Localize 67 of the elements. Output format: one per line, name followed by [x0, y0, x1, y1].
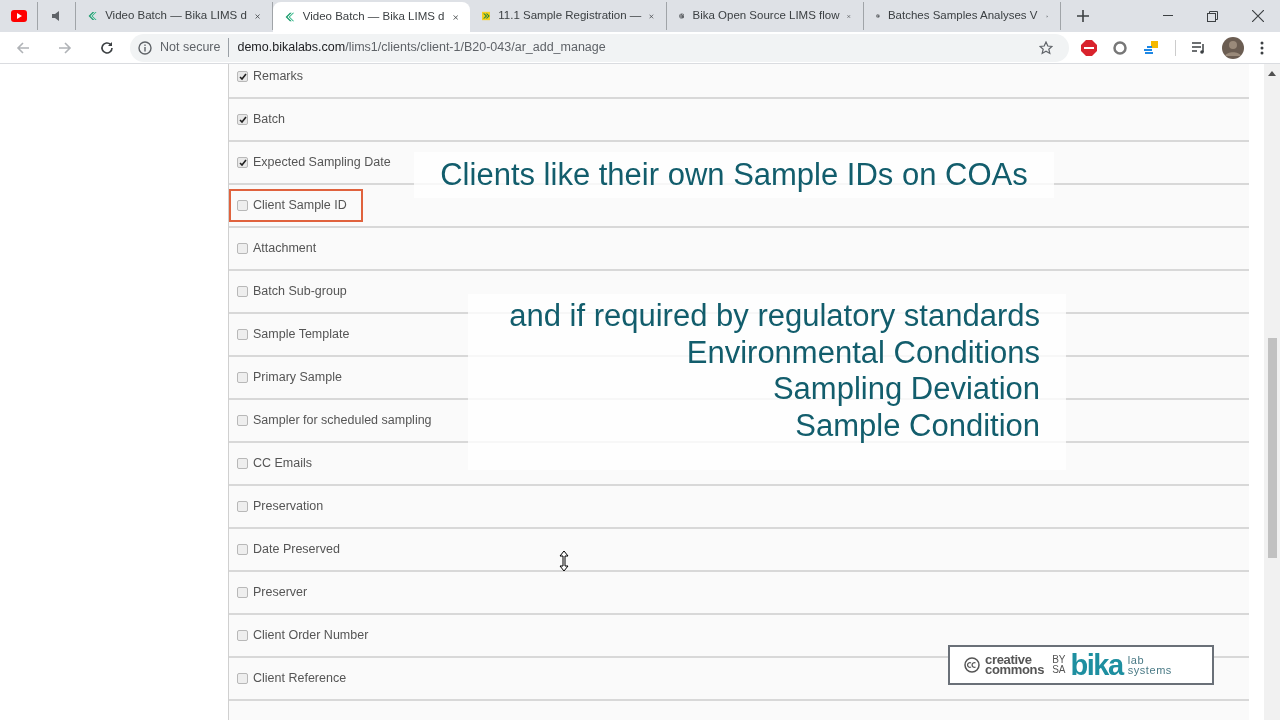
field-option[interactable]: Sampler for scheduled sampling	[229, 404, 448, 437]
checkbox[interactable]	[237, 544, 248, 555]
info-icon[interactable]	[138, 40, 152, 55]
checkbox[interactable]	[237, 71, 248, 82]
checkbox[interactable]	[237, 329, 248, 340]
browser-tab[interactable]: Video Batch — Bika LIMS d	[273, 2, 470, 32]
browser-tab[interactable]: 11.1 Sample Registration —	[470, 2, 667, 30]
brand-text: bika	[1070, 650, 1123, 680]
field-option[interactable]: Attachment	[229, 232, 333, 265]
field-option[interactable]: Batch Sub-group	[229, 275, 363, 308]
checkbox[interactable]	[237, 501, 248, 512]
field-option[interactable]: Client Order Number	[229, 619, 385, 652]
checkbox[interactable]	[237, 157, 248, 168]
caption-text: Environmental Conditions	[686, 334, 1040, 371]
checkbox[interactable]	[237, 458, 248, 469]
browser-tab[interactable]: Bika Open Source LIMS flow	[667, 2, 864, 30]
close-icon[interactable]	[452, 12, 458, 22]
star-icon[interactable]	[1039, 40, 1053, 55]
checkbox[interactable]	[237, 630, 248, 641]
url-text: demo.bikalabs.com/lims1/clients/client-1/B20-043/ar_add_manage	[237, 39, 607, 57]
checkbox[interactable]	[237, 200, 248, 211]
minimize-icon[interactable]	[1163, 15, 1173, 17]
browser-tab[interactable]: Batches Samples Analyses V	[864, 2, 1061, 30]
field-option[interactable]: Batch	[229, 103, 301, 136]
license-text: creative commons	[985, 655, 1045, 675]
field-option[interactable]: Client Reference	[229, 662, 363, 695]
caption-text: Clients like their own Sample IDs on COAs	[440, 155, 1028, 194]
back-icon[interactable]	[16, 40, 30, 55]
field-option[interactable]: Client Sample ID	[229, 189, 363, 222]
caption-text: and if required by regulatory standards	[509, 298, 1040, 335]
checkbox[interactable]	[237, 243, 248, 254]
cc-icon	[964, 657, 980, 673]
field-option[interactable]: CC Emails	[229, 447, 329, 480]
checkbox[interactable]	[237, 587, 248, 598]
field-option[interactable]: Preserver	[229, 576, 324, 609]
field-option[interactable]: Preservation	[229, 490, 340, 523]
close-icon[interactable]	[254, 11, 260, 21]
security-label: Not secure	[160, 38, 230, 57]
checkbox[interactable]	[237, 114, 248, 125]
forward-icon[interactable]	[58, 40, 72, 55]
avatar-icon[interactable]	[1222, 36, 1244, 59]
address-bar[interactable]: Not secure demo.bikalabs.com/lims1/clients/client-1/B20-043/ar_add_manage	[130, 33, 1069, 62]
close-icon[interactable]	[1252, 10, 1264, 22]
field-option[interactable]: Primary Sample	[229, 361, 358, 394]
close-icon[interactable]	[649, 11, 654, 21]
checkbox[interactable]	[237, 372, 248, 383]
stop-sign-icon[interactable]	[1081, 39, 1097, 56]
license-text: BY SA	[1052, 655, 1066, 675]
field-option[interactable]: Remarks	[229, 64, 319, 93]
field-option[interactable]: Sample Template	[229, 318, 366, 351]
restore-icon[interactable]	[1207, 10, 1218, 22]
checkbox[interactable]	[237, 673, 248, 684]
playlist-icon[interactable]	[1192, 41, 1206, 54]
ring-icon[interactable]	[1113, 40, 1127, 55]
menu-icon[interactable]	[1260, 40, 1264, 55]
caption-text: Sample Condition	[795, 407, 1040, 444]
caption-text: Sampling Deviation	[772, 371, 1040, 408]
field-option[interactable]: Expected Sampling Date	[229, 146, 407, 179]
checkbox[interactable]	[237, 286, 248, 297]
brand-subtitle: lab systems	[1127, 655, 1172, 675]
scroll-up-icon[interactable]	[1268, 70, 1276, 76]
new-tab-icon[interactable]	[1077, 10, 1089, 22]
video-icon	[10, 10, 27, 22]
field-option[interactable]: Date Preserved	[229, 533, 356, 566]
reload-icon[interactable]	[100, 40, 114, 55]
checkbox[interactable]	[237, 415, 248, 426]
extension-icon[interactable]	[1143, 39, 1159, 56]
